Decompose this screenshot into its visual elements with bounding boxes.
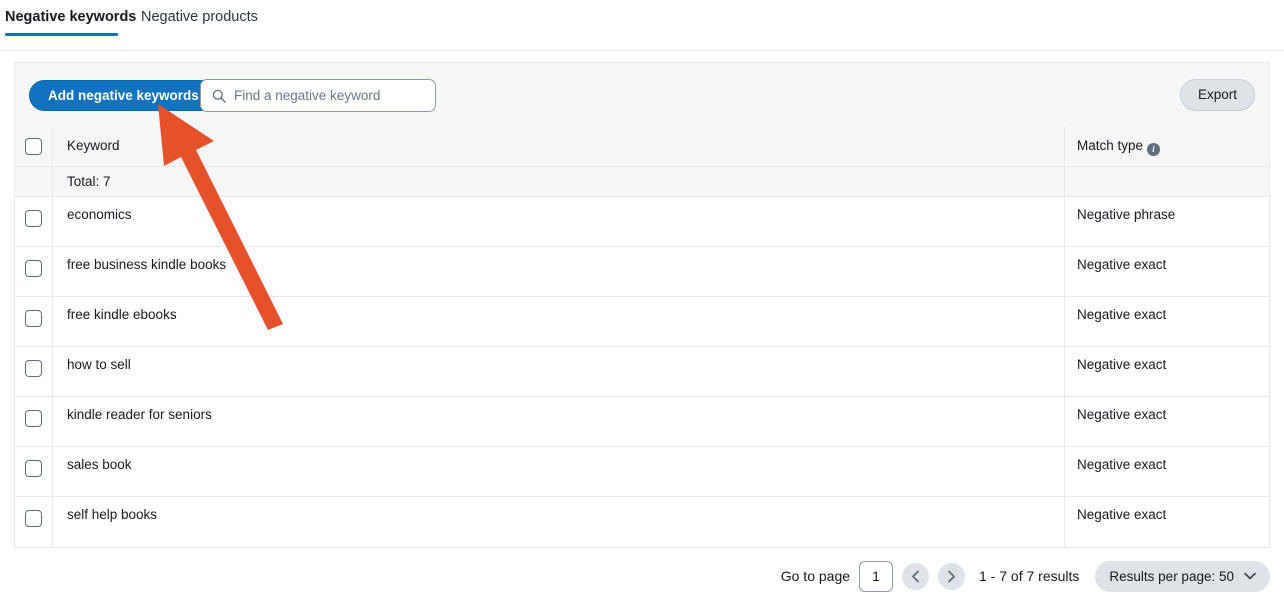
row-checkbox[interactable] bbox=[25, 510, 42, 527]
row-keyword: self help books bbox=[53, 497, 1065, 547]
row-keyword: free business kindle books bbox=[53, 247, 1065, 296]
next-page-button[interactable] bbox=[938, 563, 965, 590]
total-match-type-cell bbox=[1065, 167, 1269, 196]
tab-negative-products[interactable]: Negative products bbox=[141, 6, 258, 28]
row-checkbox-cell bbox=[15, 397, 53, 446]
search-placeholder: Find a negative keyword bbox=[234, 80, 380, 111]
search-icon bbox=[212, 89, 226, 103]
table-row[interactable]: sales book Negative exact bbox=[15, 447, 1269, 497]
column-header-match-type: Match type i bbox=[1065, 126, 1269, 166]
page-number-input[interactable]: 1 bbox=[859, 561, 893, 592]
pagination-bar: Go to page 1 1 - 7 of 7 results Results … bbox=[781, 558, 1270, 594]
tab-negative-keywords[interactable]: Negative keywords bbox=[5, 6, 136, 28]
row-match-type: Negative exact bbox=[1065, 247, 1269, 296]
active-tab-indicator bbox=[5, 33, 118, 36]
table-row[interactable]: kindle reader for seniors Negative exact bbox=[15, 397, 1269, 447]
total-count-label: Total: 7 bbox=[53, 167, 1065, 196]
row-match-type: Negative exact bbox=[1065, 297, 1269, 346]
results-per-page-dropdown[interactable]: Results per page: 50 bbox=[1095, 561, 1270, 592]
table-row[interactable]: free kindle ebooks Negative exact bbox=[15, 297, 1269, 347]
table-row[interactable]: self help books Negative exact bbox=[15, 497, 1269, 547]
row-match-type: Negative exact bbox=[1065, 347, 1269, 396]
results-per-page-label: Results per page: 50 bbox=[1109, 569, 1234, 584]
go-to-page-label: Go to page bbox=[781, 568, 850, 584]
table-total-row: Total: 7 bbox=[15, 167, 1269, 197]
row-checkbox[interactable] bbox=[25, 210, 42, 227]
negative-keywords-table: Keyword Match type i Total: 7 economics N… bbox=[14, 126, 1270, 548]
row-checkbox-cell bbox=[15, 497, 53, 547]
row-match-type: Negative phrase bbox=[1065, 197, 1269, 246]
row-keyword: how to sell bbox=[53, 347, 1065, 396]
add-negative-keywords-button[interactable]: Add negative keywords bbox=[29, 80, 218, 111]
row-keyword: economics bbox=[53, 197, 1065, 246]
row-match-type: Negative exact bbox=[1065, 397, 1269, 446]
table-row[interactable]: how to sell Negative exact bbox=[15, 347, 1269, 397]
export-button[interactable]: Export bbox=[1180, 79, 1255, 111]
results-count-label: 1 - 7 of 7 results bbox=[979, 568, 1079, 584]
row-checkbox[interactable] bbox=[25, 460, 42, 477]
chevron-left-icon bbox=[911, 570, 920, 583]
row-match-type: Negative exact bbox=[1065, 447, 1269, 496]
select-all-checkbox[interactable] bbox=[25, 138, 42, 155]
row-keyword: free kindle ebooks bbox=[53, 297, 1065, 346]
table-header-row: Keyword Match type i bbox=[15, 126, 1269, 167]
row-keyword: kindle reader for seniors bbox=[53, 397, 1065, 446]
total-checkbox-cell bbox=[15, 167, 53, 196]
page-root: Negative keywords Negative products Add … bbox=[0, 0, 1284, 596]
row-checkbox[interactable] bbox=[25, 410, 42, 427]
info-icon[interactable]: i bbox=[1147, 143, 1160, 156]
column-header-match-type-label: Match type bbox=[1077, 138, 1143, 153]
chevron-down-icon bbox=[1244, 572, 1256, 580]
row-checkbox-cell bbox=[15, 347, 53, 396]
row-checkbox[interactable] bbox=[25, 360, 42, 377]
search-input[interactable]: Find a negative keyword bbox=[200, 79, 436, 112]
row-checkbox-cell bbox=[15, 297, 53, 346]
row-checkbox[interactable] bbox=[25, 260, 42, 277]
table-toolbar: Add negative keywords Find a negative ke… bbox=[14, 62, 1270, 126]
table-row[interactable]: free business kindle books Negative exac… bbox=[15, 247, 1269, 297]
chevron-right-icon bbox=[947, 570, 956, 583]
previous-page-button[interactable] bbox=[902, 563, 929, 590]
row-checkbox-cell bbox=[15, 447, 53, 496]
tab-bar: Negative keywords Negative products bbox=[0, 0, 1284, 51]
row-checkbox-cell bbox=[15, 247, 53, 296]
row-match-type: Negative exact bbox=[1065, 497, 1269, 547]
table-row[interactable]: economics Negative phrase bbox=[15, 197, 1269, 247]
row-keyword: sales book bbox=[53, 447, 1065, 496]
row-checkbox[interactable] bbox=[25, 310, 42, 327]
column-header-keyword: Keyword bbox=[53, 126, 1065, 166]
select-all-cell bbox=[15, 126, 53, 166]
row-checkbox-cell bbox=[15, 197, 53, 246]
